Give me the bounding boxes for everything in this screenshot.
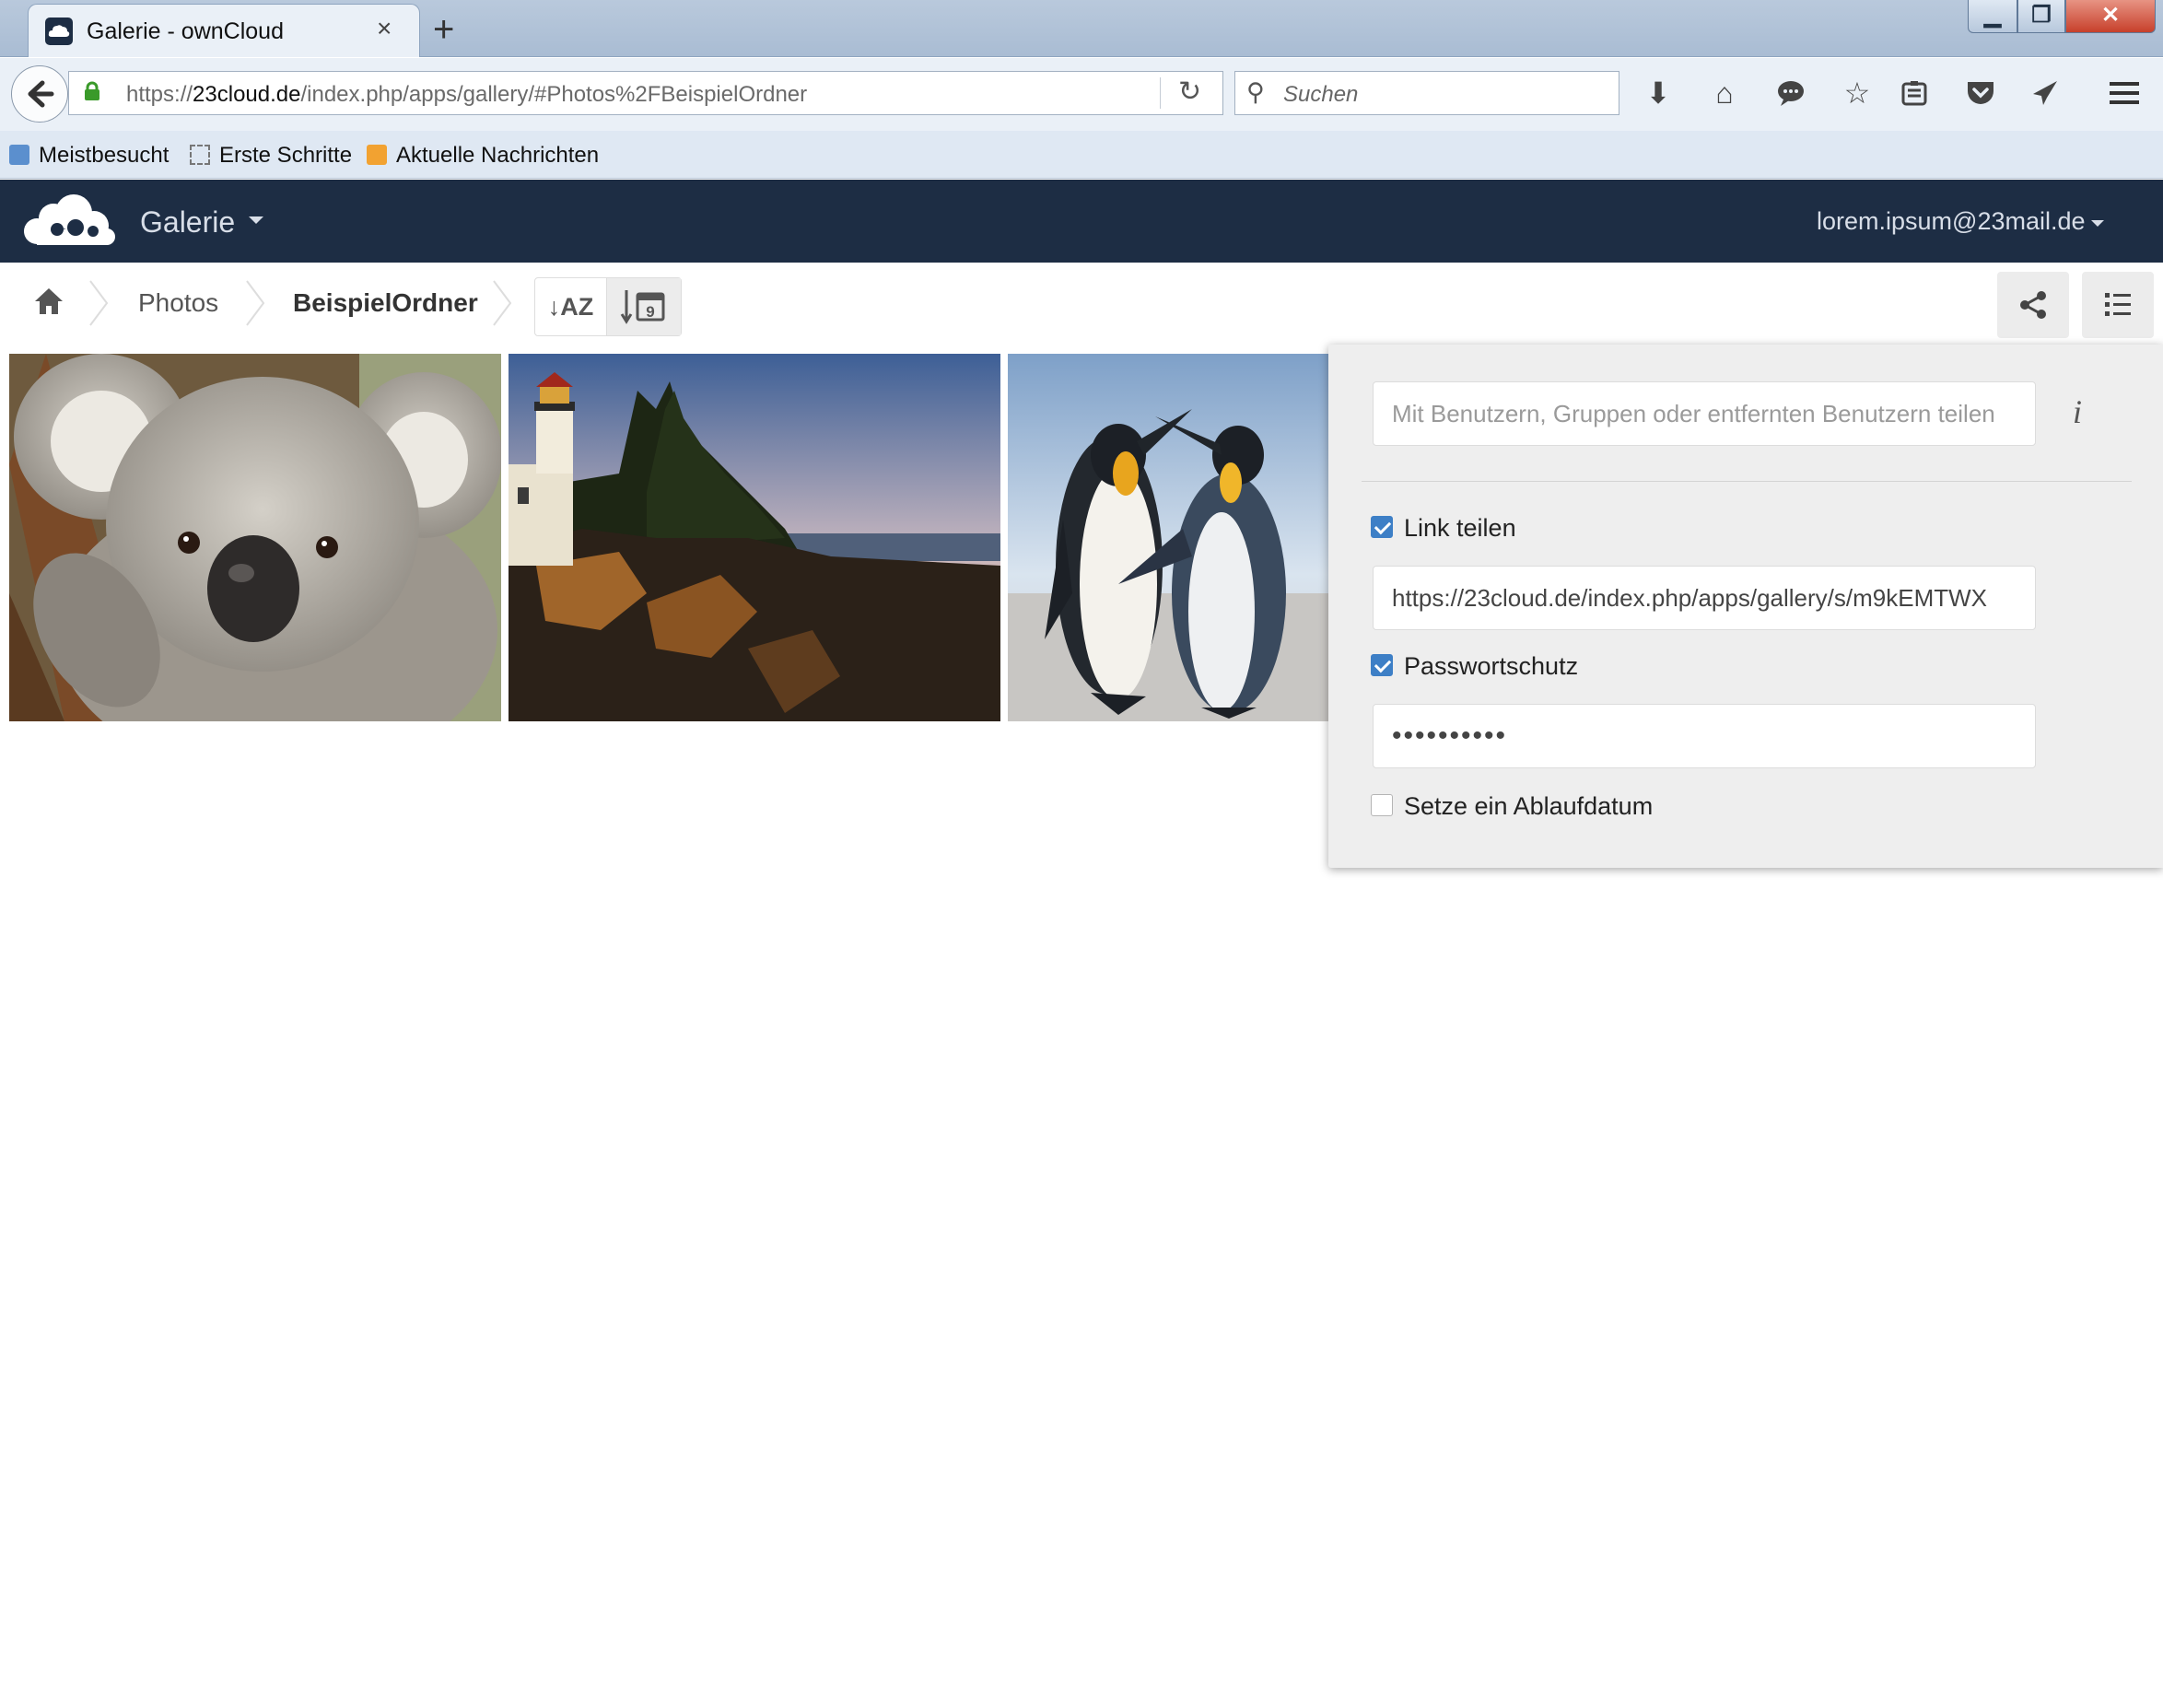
restore-icon: ❐	[2031, 3, 2052, 28]
bookmark-meistbesucht[interactable]: Meistbesucht	[9, 143, 169, 169]
album-info-button[interactable]	[2082, 272, 2154, 338]
link-share-checkbox[interactable]	[1371, 516, 1393, 538]
rss-feed-icon	[367, 145, 387, 165]
sort-button-group: ↓AZ 9	[534, 277, 682, 336]
breadcrumb-beispielordner[interactable]: BeispielOrdner	[293, 288, 478, 318]
url-separator	[1160, 77, 1161, 109]
window-minimize-button[interactable]: ▁	[1968, 0, 2017, 33]
new-tab-button[interactable]: +	[433, 6, 454, 53]
photo-lighthouse[interactable]	[509, 354, 1000, 721]
password-field[interactable]	[1373, 704, 2036, 768]
back-button[interactable]	[11, 65, 68, 123]
breadcrumb-separator-icon	[246, 280, 265, 326]
send-icon[interactable]	[2027, 75, 2064, 111]
password-protect-label[interactable]: Passwortschutz	[1404, 652, 1578, 681]
share-with-input[interactable]	[1373, 381, 2036, 446]
owncloud-header: Galerie lorem.ipsum@23mail.de	[0, 180, 2163, 263]
sort-arrow-icon: ↓	[547, 293, 561, 321]
expiry-date-checkbox[interactable]	[1371, 794, 1393, 816]
bookmark-star-icon[interactable]: ☆	[1839, 75, 1876, 111]
calendar-sort-icon: 9	[620, 290, 665, 324]
close-icon: ✕	[2100, 3, 2121, 28]
search-bar[interactable]: ⚲ Suchen	[1234, 71, 1619, 115]
share-link-url-field[interactable]	[1373, 566, 2036, 630]
share-panel-divider	[1362, 481, 2132, 482]
photo-koala[interactable]	[9, 354, 501, 721]
app-menu-label[interactable]: Galerie	[140, 205, 235, 240]
page-icon	[190, 145, 210, 165]
download-icon[interactable]: ⬇	[1640, 75, 1677, 111]
info-icon[interactable]: i	[2073, 392, 2082, 431]
lock-icon	[85, 81, 99, 100]
link-share-label[interactable]: Link teilen	[1404, 514, 1516, 543]
share-icon	[2020, 291, 2046, 319]
hamburger-menu-icon[interactable]	[2106, 75, 2143, 111]
breadcrumb-separator-icon	[89, 280, 109, 326]
expiry-date-label[interactable]: Setze ein Ablaufdatum	[1404, 792, 1653, 821]
browser-tab[interactable]: Galerie - ownCloud ×	[28, 4, 420, 57]
sort-by-name-button[interactable]: ↓AZ	[535, 278, 607, 335]
lighthouse-image	[509, 354, 1000, 721]
back-arrow-icon	[28, 80, 54, 108]
folder-search-icon	[9, 145, 29, 165]
photo-penguins[interactable]	[1008, 354, 1330, 721]
owncloud-favicon-icon	[45, 18, 73, 45]
sort-date-number: 9	[646, 303, 654, 321]
bookmark-erste-schritte[interactable]: Erste Schritte	[190, 143, 352, 169]
user-menu-label[interactable]: lorem.ipsum@23mail.de	[1817, 207, 2086, 236]
pocket-icon[interactable]	[1962, 75, 1999, 111]
tab-title: Galerie - ownCloud	[87, 18, 284, 44]
user-menu-caret-icon[interactable]	[2091, 220, 2104, 227]
breadcrumb-home-icon[interactable]	[33, 287, 64, 316]
tab-close-icon[interactable]: ×	[377, 14, 392, 43]
penguins-image	[1008, 354, 1330, 721]
minimize-icon: ▁	[1983, 3, 2002, 28]
browser-navigation-bar: https://23cloud.de/index.php/apps/galler…	[0, 58, 2163, 131]
share-dropdown: i Link teilen Passwortschutz Setze ein A…	[1328, 345, 2163, 868]
breadcrumb-photos[interactable]: Photos	[138, 288, 218, 318]
url-text[interactable]: https://23cloud.de/index.php/apps/galler…	[126, 82, 807, 108]
search-icon: ⚲	[1246, 78, 1265, 106]
reading-list-icon[interactable]	[1896, 75, 1933, 111]
url-bar[interactable]: https://23cloud.de/index.php/apps/galler…	[68, 71, 1223, 115]
browser-tab-bar: Galerie - ownCloud × + ▁ ❐ ✕	[0, 0, 2163, 57]
breadcrumb-separator-icon	[493, 280, 512, 326]
controls-bar: Photos BeispielOrdner ↓AZ 9	[0, 263, 2163, 345]
search-placeholder[interactable]: Suchen	[1283, 82, 1358, 108]
share-button[interactable]	[1997, 272, 2069, 338]
list-details-icon	[2105, 293, 2131, 316]
bookmark-aktuelle-nachrichten[interactable]: Aktuelle Nachrichten	[367, 143, 599, 169]
window-close-button[interactable]: ✕	[2065, 0, 2156, 33]
reload-icon[interactable]: ↻	[1178, 76, 1201, 108]
app-menu-caret-icon[interactable]	[249, 216, 263, 224]
home-icon[interactable]: ⌂	[1706, 75, 1743, 111]
chat-icon[interactable]	[1772, 75, 1809, 111]
koala-image	[9, 354, 501, 721]
password-protect-checkbox[interactable]	[1371, 654, 1393, 676]
bookmarks-bar: Meistbesucht Erste Schritte Aktuelle Nac…	[0, 131, 2163, 179]
owncloud-logo-icon[interactable]	[20, 191, 116, 250]
sort-by-date-button[interactable]: 9	[607, 278, 681, 335]
window-restore-button[interactable]: ❐	[2017, 0, 2065, 33]
